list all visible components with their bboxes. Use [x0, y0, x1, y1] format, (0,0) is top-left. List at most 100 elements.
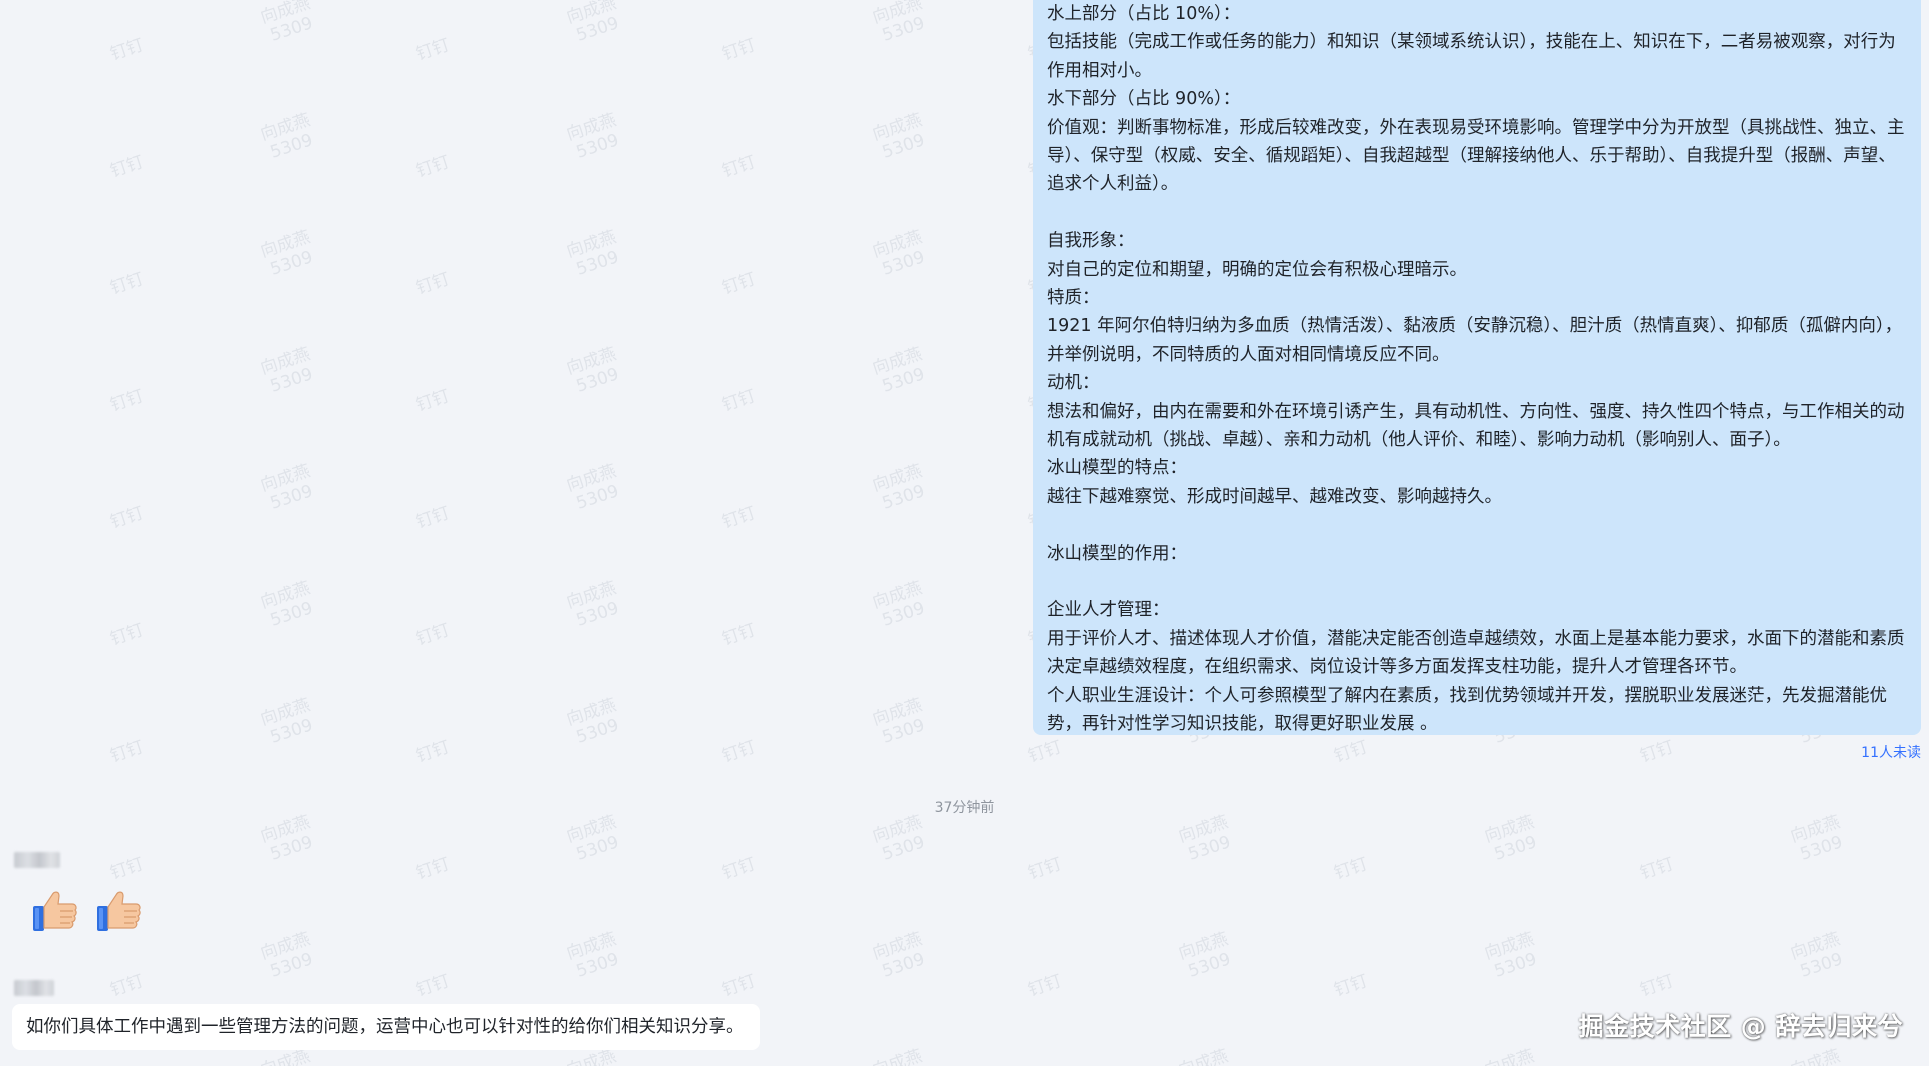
watermark-tile: 向成燕5309: [1176, 812, 1234, 865]
message-line: 冰山模型的特点：: [1047, 458, 1187, 479]
watermark-tile: 钉钉: [107, 152, 147, 182]
watermark-tile: 向成燕5309: [870, 929, 928, 982]
watermark-tile: 钉钉: [719, 854, 759, 884]
watermark-tile: 向成燕5309: [258, 227, 316, 280]
message-line: 动机：: [1047, 373, 1100, 394]
watermark-tile: 向成燕5309: [870, 227, 928, 280]
watermark-tile: 钉钉: [413, 386, 453, 416]
watermark-tile: 钉钉: [719, 386, 759, 416]
watermark-tile: 向成燕5309: [870, 578, 928, 631]
watermark-tile: 钉钉: [1331, 737, 1371, 767]
watermark-tile: 钉钉: [413, 35, 453, 65]
watermark-tile: 向成燕5309: [1482, 812, 1540, 865]
watermark-tile: 向成燕5309: [564, 929, 622, 982]
message-line: 冰山模型的作用：: [1047, 543, 1187, 564]
message-line: 越往下越难察觉、形成时间越早、越难改变、影响越持久。: [1047, 486, 1502, 507]
watermark-tile: 向成燕5309: [1788, 929, 1846, 982]
watermark-tile: 向成燕5309: [564, 812, 622, 865]
watermark-tile: 钉钉: [719, 503, 759, 533]
message-line: 对自己的定位和期望，明确的定位会有积极心理暗示。: [1047, 259, 1467, 280]
watermark-tile: 向成燕5309: [258, 344, 316, 397]
watermark-tile: 向成燕5309: [564, 344, 622, 397]
message-line: 用于评价人才、描述体现人才价值，潜能决定能否创造卓越绩效，水面上是基本能力要求，…: [1047, 628, 1905, 678]
watermark-tile: 钉钉: [719, 35, 759, 65]
watermark-tile: 钉钉: [1331, 971, 1371, 1001]
watermark-tile: 钉钉: [719, 152, 759, 182]
watermark-tile: 钉钉: [107, 854, 147, 884]
message-timestamp: 37分钟前: [934, 800, 995, 816]
watermark-tile: 向成燕5309: [870, 461, 928, 514]
sender-name-blurred: [14, 852, 60, 868]
read-status[interactable]: 11人未读: [1861, 742, 1921, 762]
watermark-tile: 钉钉: [1025, 854, 1065, 884]
message-line: 个人职业生涯设计：个人可参照模型了解内在素质，找到优势领域并开发，摆脱职业发展迷…: [1047, 685, 1887, 735]
chat-message-area[interactable]: 钉钉 向成燕 5309 钉钉 向成燕 5309 钉钉 向成燕 5309 钉钉 向成燕 5309 钉钉 向成…: [0, 0, 1929, 1066]
emoji-message[interactable]: [30, 885, 144, 935]
received-message-bubble[interactable]: 如你们具体工作中遇到一些管理方法的问题，运营中心也可以针对性的给你们相关知识分享…: [12, 1004, 760, 1050]
watermark-tile: 钉钉: [413, 737, 453, 767]
message-line: 自我形象：: [1047, 231, 1135, 252]
message-line: 价值观：判断事物标准，形成后较难改变，外在表现易受环境影响。管理学中分为开放型（…: [1047, 117, 1905, 195]
watermark-tile: 钉钉: [1637, 854, 1677, 884]
watermark-tile: 向成燕5309: [258, 110, 316, 163]
watermark-tile: 向成燕5309: [870, 344, 928, 397]
sender-name-blurred: [14, 980, 54, 996]
watermark-tile: 向成燕5309: [870, 812, 928, 865]
watermark-tile: 向成燕5309: [1788, 812, 1846, 865]
watermark-tile: 钉钉: [107, 737, 147, 767]
watermark-tile: 钉钉: [107, 386, 147, 416]
watermark-tile: 钉钉: [107, 503, 147, 533]
watermark-tile: 钉钉: [413, 152, 453, 182]
watermark-tile: 向成燕5309: [258, 812, 316, 865]
watermark-tile: 向成燕5309: [258, 0, 316, 46]
watermark-tile: 向成燕5309: [564, 578, 622, 631]
watermark-tile: 向成燕5309: [870, 1046, 925, 1066]
watermark-tile: 向成燕5309: [564, 461, 622, 514]
watermark-tile: 钉钉: [413, 269, 453, 299]
watermark-tile: 向成燕5309: [1176, 929, 1234, 982]
watermark-tile: 钉钉: [107, 269, 147, 299]
watermark-tile: 钉钉: [1637, 737, 1677, 767]
watermark-tile: 向成燕5309: [258, 578, 316, 631]
watermark-tile: 向成燕5309: [870, 110, 928, 163]
watermark-tile: 钉钉: [107, 971, 147, 1001]
watermark-tile: 钉钉: [719, 971, 759, 1001]
thumbs-up-icon: [94, 885, 144, 935]
message-line: 想法和偏好，由内在需要和外在环境引诱产生，具有动机性、方向性、强度、持久性四个特…: [1047, 401, 1905, 451]
message-line: 水下部分（占比 90%）：: [1047, 89, 1241, 110]
source-watermark: 掘金技术社区 @ 辞去归来兮: [1578, 1012, 1903, 1041]
watermark-tile: 钉钉: [1025, 971, 1065, 1001]
message-line: 1921 年阿尔伯特归纳为多血质（热情活泼）、黏液质（安静沉稳）、胆汁质（热情直…: [1047, 316, 1903, 365]
watermark-tile: 向成燕5309: [258, 461, 316, 514]
watermark-tile: 钉钉: [413, 854, 453, 884]
watermark-tile: 钉钉: [719, 620, 759, 650]
watermark-tile: 钉钉: [1637, 971, 1677, 1001]
message-line: [1047, 568, 1907, 596]
watermark-tile: 向成燕5309: [1482, 929, 1540, 982]
watermark-tile: 钉钉: [413, 503, 453, 533]
watermark-tile: 钉钉: [719, 737, 759, 767]
watermark-tile: 向成燕5309: [1788, 1046, 1843, 1066]
watermark-tile: 钉钉: [719, 269, 759, 299]
watermark-tile: 向成燕5309: [258, 929, 316, 982]
watermark-tile: 向成燕5309: [258, 695, 316, 748]
watermark-tile: 向成燕5309: [564, 110, 622, 163]
watermark-tile: 钉钉: [1025, 737, 1065, 767]
thumbs-up-icon: [30, 885, 80, 935]
watermark-tile: 向成燕5309: [870, 695, 928, 748]
watermark-tile: 钉钉: [413, 620, 453, 650]
watermark-tile: 向成燕5309: [1482, 1046, 1537, 1066]
watermark-tile: 向成燕5309: [564, 695, 622, 748]
watermark-tile: 钉钉: [1331, 854, 1371, 884]
message-line: 企业人才管理：: [1047, 600, 1170, 621]
message-line: 特质：: [1047, 288, 1100, 309]
message-line: [1047, 511, 1907, 539]
watermark-tile: 向成燕5309: [1176, 1046, 1231, 1066]
watermark-tile: 钉钉: [107, 620, 147, 650]
sent-message-bubble[interactable]: 水上部分（占比 10%）： 包括技能（完成工作或任务的能力）和知识（某领域系统认识…: [1033, 0, 1921, 735]
message-line: 水上部分（占比 10%）：: [1047, 4, 1241, 24]
message-line: [1047, 199, 1907, 227]
watermark-tile: 向成燕5309: [564, 227, 622, 280]
watermark-tile: 钉钉: [107, 35, 147, 65]
watermark-tile: 钉钉: [413, 971, 453, 1001]
